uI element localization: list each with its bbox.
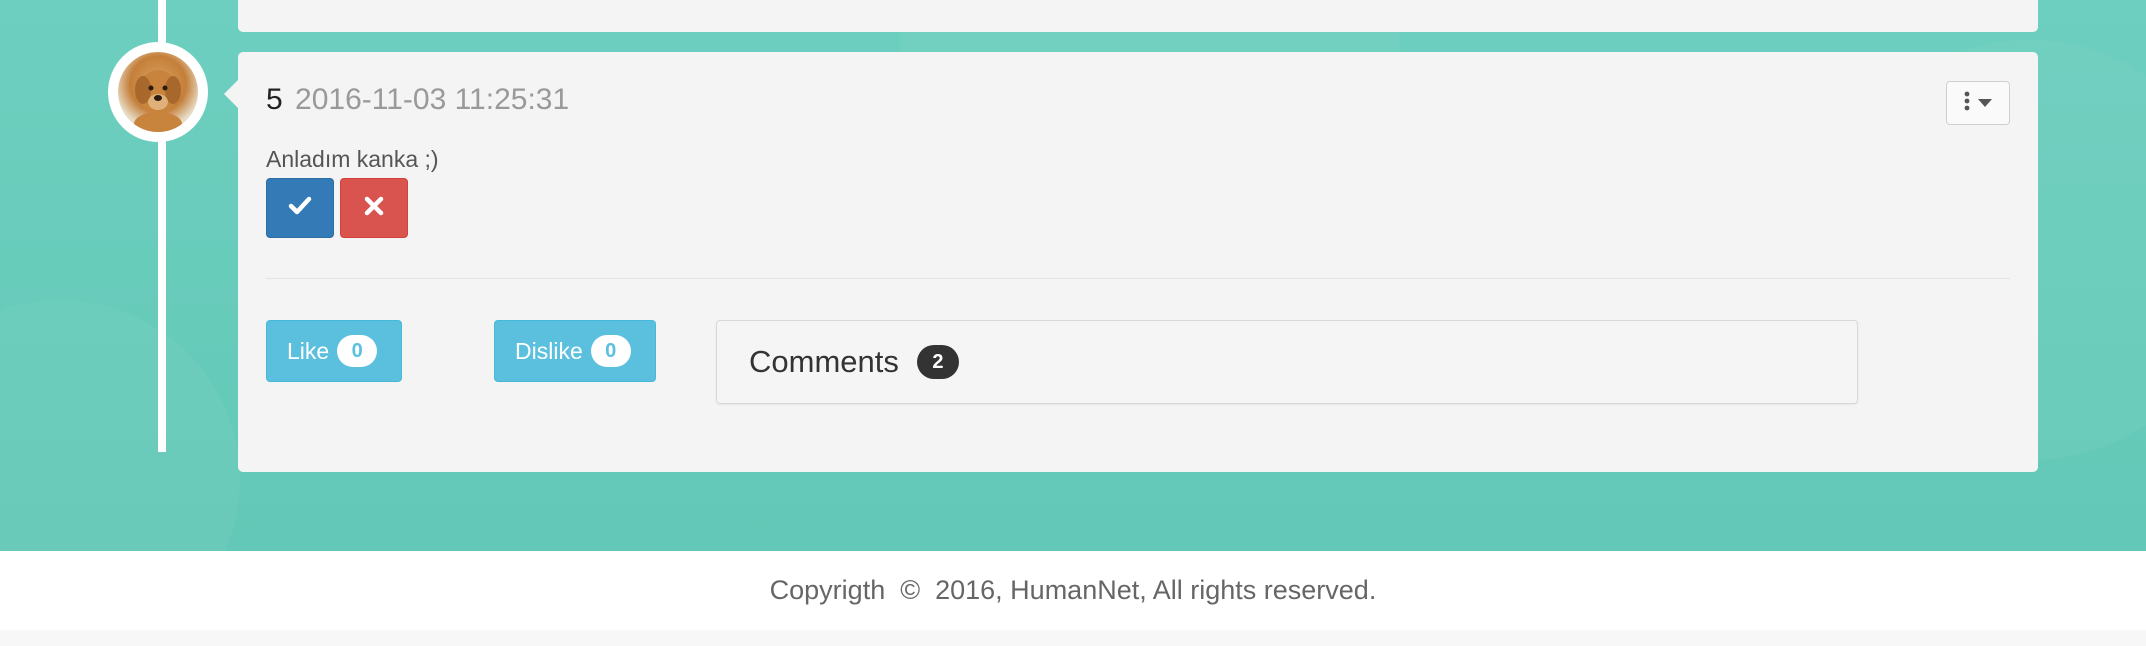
comments-count-badge: 2 xyxy=(916,345,959,379)
comments-title: Comments xyxy=(749,344,899,379)
dislike-count-badge: 0 xyxy=(590,335,631,367)
previous-post-card xyxy=(238,0,2038,32)
like-count-badge: 0 xyxy=(337,335,378,367)
dots-vertical-icon xyxy=(1964,91,1970,116)
post-card: 5 2016-11-03 11:25:31 Anladım kanka ;) L… xyxy=(224,52,2038,472)
avatar[interactable] xyxy=(108,42,208,142)
approve-button[interactable] xyxy=(266,178,334,238)
dog-avatar-image xyxy=(118,52,198,132)
card-divider xyxy=(266,278,2010,279)
check-icon xyxy=(288,196,312,221)
moderation-actions xyxy=(266,178,408,238)
caret-down-icon xyxy=(1978,94,1992,112)
like-button[interactable]: Like 0 xyxy=(266,320,402,382)
dislike-label: Dislike xyxy=(515,337,583,364)
card-pointer xyxy=(224,80,238,108)
reject-button[interactable] xyxy=(340,178,408,238)
post-body-text: Anladım kanka ;) xyxy=(266,146,439,172)
post-timestamp: 2016-11-03 11:25:31 xyxy=(295,83,570,116)
comments-panel[interactable]: Comments 2 xyxy=(716,320,1858,404)
post-header: 5 2016-11-03 11:25:31 xyxy=(266,82,569,118)
dislike-button[interactable]: Dislike 0 xyxy=(494,320,656,382)
post-number: 5 xyxy=(266,83,283,116)
post-options-button[interactable] xyxy=(1946,81,2010,125)
footer: Copyrigth © 2016, HumanNet, All rights r… xyxy=(0,551,2146,646)
copyright-text: Copyrigth © 2016, HumanNet, All rights r… xyxy=(769,575,1377,605)
close-icon xyxy=(364,196,384,221)
like-label: Like xyxy=(287,337,330,364)
